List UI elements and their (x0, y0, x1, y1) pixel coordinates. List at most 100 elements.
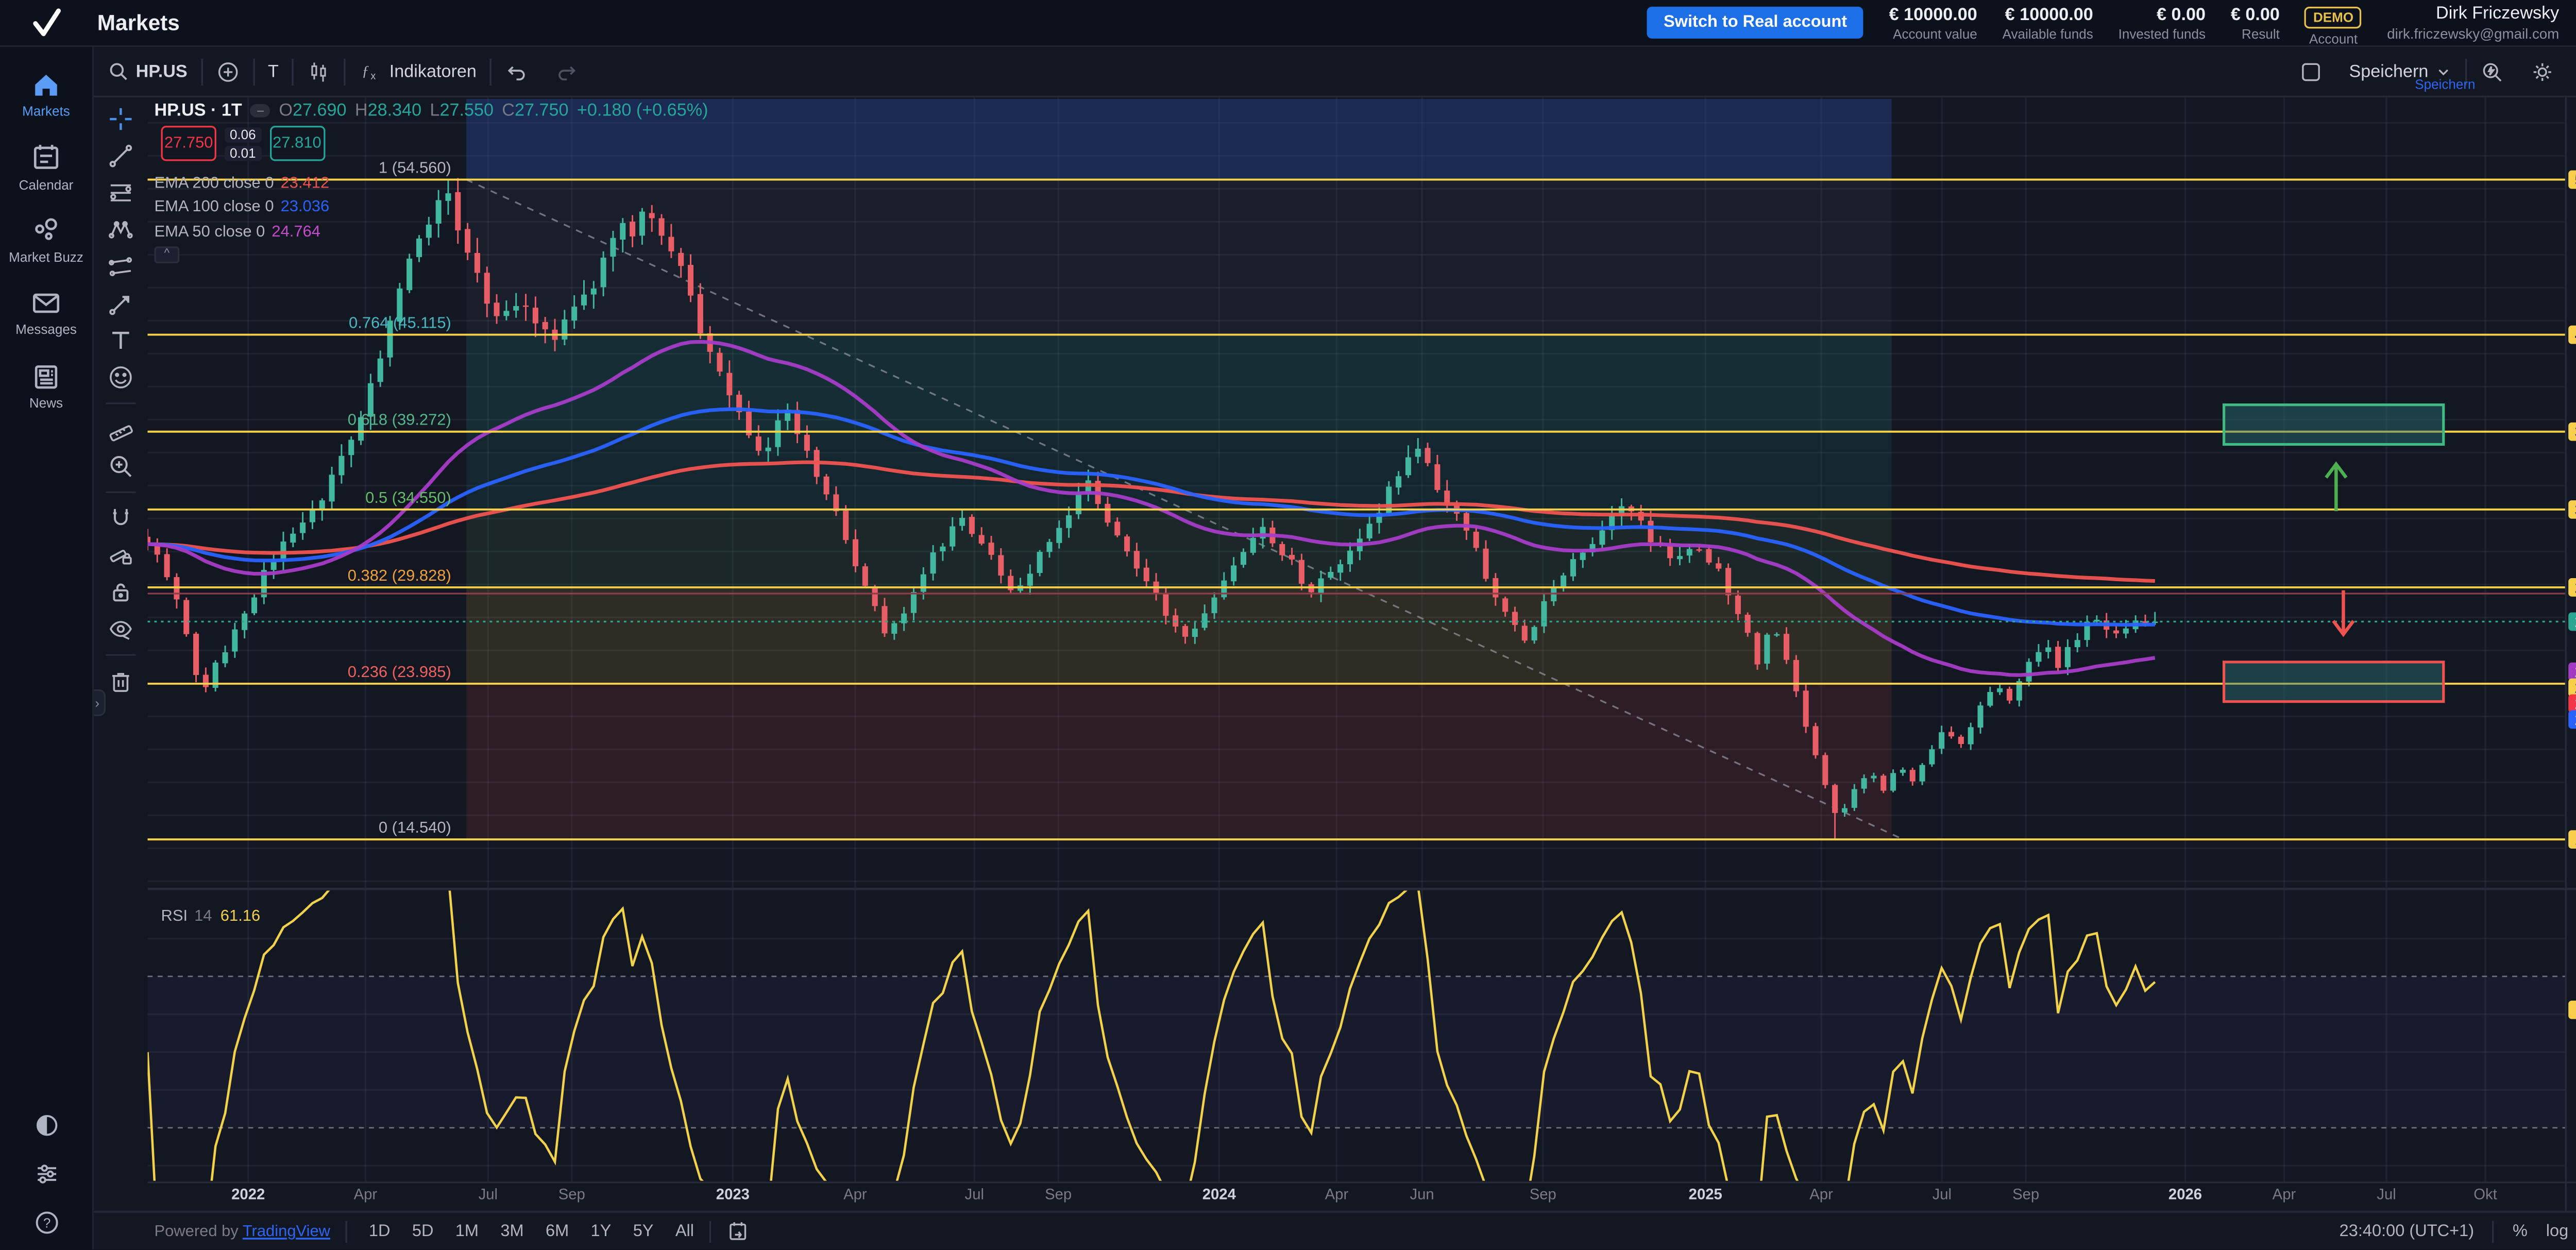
app-sidebar: Markets Calendar Market Buzz Messages Ne… (0, 47, 94, 1250)
ema-100-row[interactable]: EMA 100 close 023.036 (154, 198, 329, 216)
fx-icon: ƒx (359, 60, 383, 83)
tradingview-link[interactable]: TradingView (243, 1223, 330, 1241)
price-chip: 23.412 (2568, 695, 2576, 713)
range-6m[interactable]: 6M (546, 1223, 569, 1241)
compare-add-button[interactable] (202, 47, 253, 95)
top-app-bar: Markets Switch to Real account € 10000.0… (0, 0, 2576, 47)
crosshair-tool-icon[interactable] (107, 106, 134, 132)
svg-text:Apr: Apr (1809, 1186, 1833, 1203)
magnet-tool-icon[interactable] (107, 505, 134, 532)
ema-50-row[interactable]: EMA 50 close 024.764 (154, 223, 320, 242)
arrow-tool-icon[interactable] (107, 290, 134, 317)
fib-bands (466, 97, 1892, 839)
indicators-button[interactable]: ƒx Indikatoren (346, 47, 490, 95)
range-5y[interactable]: 5Y (633, 1223, 654, 1241)
range-3m[interactable]: 3M (500, 1223, 523, 1241)
low-value: 27.550 (439, 100, 494, 121)
hide-series-button[interactable]: – (250, 104, 270, 117)
price-chip: 39.272 (2568, 423, 2576, 441)
svg-text:Apr: Apr (843, 1186, 867, 1203)
theme-toggle-icon[interactable] (32, 1112, 59, 1139)
svg-text:Jul: Jul (965, 1186, 984, 1203)
svg-text:Sep: Sep (1045, 1186, 1072, 1203)
zoom-in-tool-icon[interactable] (107, 453, 134, 480)
sidebar-item-news[interactable]: News (29, 360, 63, 411)
range-1m[interactable]: 1M (455, 1223, 479, 1241)
interval-button[interactable]: T (255, 47, 292, 95)
svg-text:2023: 2023 (716, 1186, 750, 1203)
text-tool-icon[interactable] (107, 327, 134, 354)
emoji-tool-icon[interactable] (107, 364, 134, 391)
lock-all-tool-icon[interactable] (107, 579, 134, 605)
layout-square-icon (2299, 60, 2323, 83)
svg-text:x: x (371, 70, 376, 81)
help-icon[interactable]: ? (32, 1210, 59, 1237)
layout-button[interactable] (2285, 60, 2336, 83)
price-chip: 23.985 (2568, 679, 2576, 697)
range-1y[interactable]: 1Y (591, 1223, 612, 1241)
svg-text:Apr: Apr (1325, 1186, 1349, 1203)
preferences-sliders-icon[interactable] (32, 1161, 59, 1188)
sell-button[interactable]: 27.750 (161, 126, 216, 161)
stat-invested-funds: € 0.00 Invested funds (2119, 4, 2206, 41)
screenshot-button[interactable] (2568, 59, 2576, 84)
chart-toolbar: HP.US T ƒx Indikatoren (94, 47, 2576, 97)
undo-button[interactable] (492, 47, 542, 95)
legend-collapse-button[interactable]: ^ (154, 246, 179, 263)
svg-text:Sep: Sep (558, 1186, 585, 1203)
parallel-channel-tool-icon[interactable] (107, 254, 134, 280)
drawing-lock-tool-icon[interactable] (107, 542, 134, 568)
price-chip: 24.764 (2568, 663, 2576, 681)
symbol-search[interactable]: HP.US (94, 47, 201, 95)
svg-text:Sep: Sep (1530, 1186, 1556, 1203)
fib-retracement-tool-icon[interactable] (107, 179, 134, 206)
fib-label: 1 (54.560) (379, 159, 451, 177)
chart-settings-button[interactable] (2517, 60, 2568, 83)
svg-text:2024: 2024 (1202, 1186, 1236, 1203)
open-value: 27.690 (293, 100, 347, 121)
redo-button[interactable] (542, 47, 592, 95)
clock-label[interactable]: 23:40:00 (UTC+1) (2340, 1223, 2474, 1241)
range-5d[interactable]: 5D (412, 1223, 434, 1241)
chart-area: › 1 (54.560)0.764 (45.115)0.618 (39.272)… (94, 97, 2576, 1250)
fib-label: 0.764 (45.115) (349, 314, 451, 332)
xabcd-pattern-tool-icon[interactable] (107, 216, 134, 243)
measure-tool-icon[interactable] (107, 416, 134, 443)
price-chip: 34.550 (2568, 500, 2576, 519)
broker-logo[interactable] (0, 4, 94, 41)
price-chip: 29.828 (2568, 578, 2576, 597)
sidebar-item-market-buzz[interactable]: Market Buzz (9, 214, 83, 265)
ema-200-row[interactable]: EMA 200 close 023.412 (154, 175, 329, 193)
symbol-interval-label[interactable]: HP.US · 1T (154, 100, 242, 121)
stat-account-value: € 10000.00 Account value (1889, 4, 1977, 41)
sidebar-item-calendar[interactable]: Calendar (19, 142, 74, 193)
powered-by-label: Powered by TradingView (154, 1223, 330, 1241)
price-chart[interactable]: 1 (54.560)0.764 (45.115)0.618 (39.272)0.… (147, 97, 2576, 1249)
sidebar-item-messages[interactable]: Messages (15, 287, 77, 338)
svg-text:2022: 2022 (231, 1186, 265, 1203)
buy-button[interactable]: 27.810 (269, 126, 325, 161)
chart-legend: HP.US · 1T – O27.690 H28.340 L27.550 C27… (154, 100, 708, 121)
fib-label: 0 (14.540) (379, 818, 451, 836)
price-chip: 54.560 (2568, 171, 2576, 189)
range-1d[interactable]: 1D (369, 1223, 391, 1241)
svg-text:2026: 2026 (2168, 1186, 2202, 1203)
stat-result: € 0.00 Result (2231, 4, 2280, 41)
sidebar-item-markets[interactable]: Markets (22, 69, 70, 120)
go-to-date-icon[interactable] (726, 1220, 750, 1244)
rsi-legend-row[interactable]: RSI1461.16 (161, 907, 260, 926)
remove-drawings-tool-icon[interactable] (107, 668, 134, 695)
range-buttons: 1D 5D 1M 3M 6M 1Y 5Y All (369, 1223, 694, 1241)
svg-text:Apr: Apr (354, 1186, 378, 1203)
trend-line-tool-icon[interactable] (107, 143, 134, 170)
chart-type-button[interactable] (294, 47, 344, 95)
save-tooltip: Speichern (2415, 77, 2475, 92)
svg-text:Sep: Sep (2012, 1186, 2039, 1203)
range-all[interactable]: All (675, 1223, 694, 1241)
switch-to-real-account-button[interactable]: Switch to Real account (1647, 7, 1863, 39)
hide-drawings-tool-icon[interactable] (107, 616, 134, 643)
percent-scale-button[interactable]: % (2513, 1223, 2528, 1241)
log-scale-button[interactable]: log (2546, 1223, 2568, 1241)
time-axis: 2022AprJulSep2023AprJulSep2024AprJunSep2… (231, 1186, 2497, 1203)
svg-text:Apr: Apr (2273, 1186, 2296, 1203)
